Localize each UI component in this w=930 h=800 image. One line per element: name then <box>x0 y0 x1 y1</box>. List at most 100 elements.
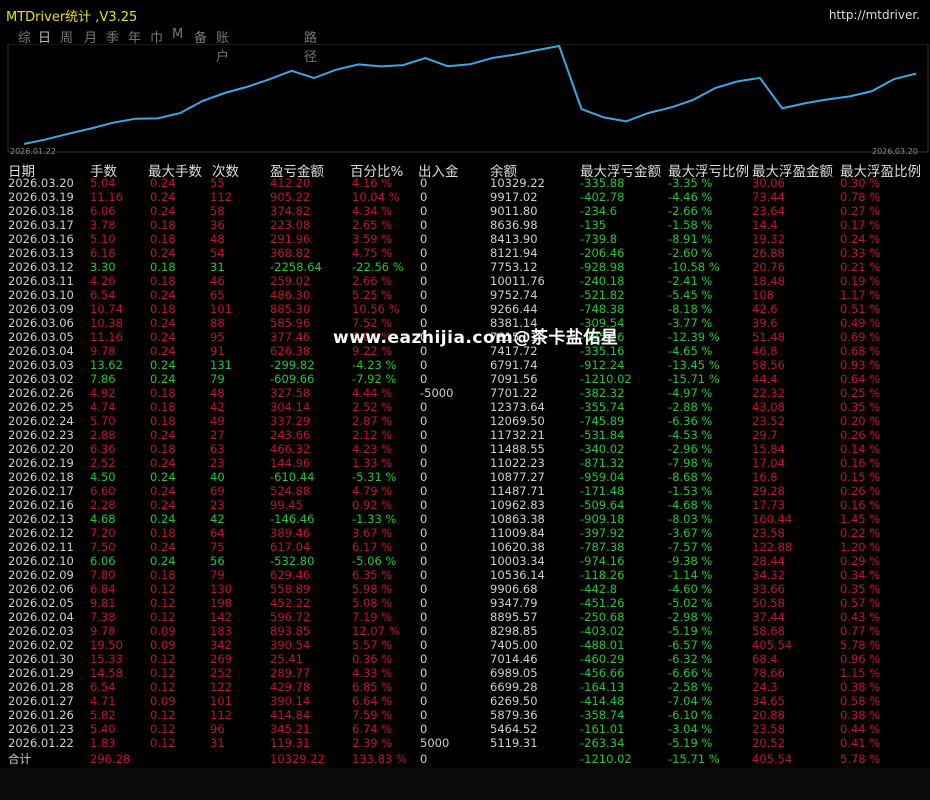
table-row[interactable]: 2026.02.10 6.06 0.24 56 -532.80 -5.06 % 0 10003… <box>0 554 930 568</box>
cell-d: 2026.03.20 <box>8 176 74 190</box>
cell-max: 0.12 <box>150 722 176 736</box>
cell-mfpp: 0.77 % <box>840 624 881 638</box>
cell-n: 36 <box>210 218 225 232</box>
cell-pct: 6.64 % <box>352 694 393 708</box>
cell-mfl: -912.24 <box>580 358 625 372</box>
cell-pct: 2.12 % <box>352 428 393 442</box>
cell-mfpp: 0.78 % <box>840 190 881 204</box>
table-row[interactable]: 2026.01.26 5.82 0.12 112 414.84 7.59 % 0 5879.3… <box>0 708 930 722</box>
table-row[interactable]: 2026.02.23 2.88 0.24 27 243.66 2.12 % 0 11732.2… <box>0 428 930 442</box>
cell-mfl: -335.88 <box>580 176 625 190</box>
table-row[interactable]: 2026.01.23 5.40 0.12 96 345.21 6.74 % 0 5464.52… <box>0 722 930 736</box>
cell-max: 0.18 <box>150 526 176 540</box>
table-row[interactable]: 2026.02.03 9.78 0.09 183 893.85 12.07 % 0 8298.… <box>0 624 930 638</box>
table-row[interactable]: 2026.03.10 6.54 0.24 65 486.30 5.25 % 0 9752.74… <box>0 288 930 302</box>
cell-mfp: 18.48 <box>752 274 785 288</box>
table-row[interactable]: 2026.03.20 5.04 0.24 55 412.20 4.16 % 0 10329.2… <box>0 176 930 190</box>
table-row[interactable]: 2026.02.06 6.84 0.12 130 558.89 5.98 % 0 9906.6… <box>0 582 930 596</box>
table-row[interactable]: 2026.03.18 6.06 0.24 58 374.82 4.34 % 0 9011.80… <box>0 204 930 218</box>
cell-max: 0.09 <box>150 624 176 638</box>
table-row[interactable]: 2026.01.29 14.58 0.12 252 289.77 4.33 % 0 6989.… <box>0 666 930 680</box>
cell-pct: -22.56 % <box>352 260 404 274</box>
cell-mflp: -7.98 % <box>668 456 713 470</box>
table-row[interactable]: 2026.02.24 5.70 0.18 49 337.29 2.87 % 0 12069.5… <box>0 414 930 428</box>
table-row[interactable]: 2026.02.17 6.60 0.24 69 524.88 4.79 % 0 11487.7… <box>0 484 930 498</box>
cell-bal: 12069.50 <box>490 414 545 428</box>
cell-mfp: 42.6 <box>752 302 778 316</box>
cell-bal: 9011.80 <box>490 204 538 218</box>
cell-max: 0.24 <box>150 176 176 190</box>
table-row[interactable]: 2026.03.03 13.62 0.24 131 -299.82 -4.23 % 0 679… <box>0 358 930 372</box>
table-row[interactable]: 2026.02.02 19.50 0.09 342 390.54 5.57 % 0 7405.… <box>0 638 930 652</box>
cell-lots: 4.50 <box>90 470 116 484</box>
tab-7[interactable]: M <box>172 27 183 42</box>
table-row[interactable]: 2026.02.16 2.28 0.24 23 99.45 0.92 % 0 10962.83… <box>0 498 930 512</box>
cell-d: 2026.02.11 <box>8 540 74 554</box>
cell-mfpp: 0.14 % <box>840 442 881 456</box>
table-row[interactable]: 2026.03.02 7.86 0.24 79 -609.66 -7.92 % 0 7091.… <box>0 372 930 386</box>
cell-pct: 3.67 % <box>352 526 393 540</box>
table-row[interactable]: 2026.02.20 6.36 0.18 63 466.32 4.23 % 0 11488.5… <box>0 442 930 456</box>
cell-n: 79 <box>210 568 225 582</box>
cell-io: 0 <box>420 512 428 526</box>
cell-io: 0 <box>420 218 428 232</box>
cell-mfl: -161.01 <box>580 722 625 736</box>
table-row[interactable]: 2026.02.04 7.38 0.12 142 596.72 7.19 % 0 8895.5… <box>0 610 930 624</box>
cell-lots: 6.54 <box>90 288 116 302</box>
cell-mflp: -6.66 % <box>668 666 713 680</box>
cell-lots: 7.20 <box>90 526 116 540</box>
table-row[interactable]: 2026.01.28 6.54 0.12 122 429.78 6.85 % 0 6699.2… <box>0 680 930 694</box>
cell-lots: 11.16 <box>90 330 123 344</box>
table-row[interactable]: 2026.03.09 10.74 0.18 101 885.30 10.56 % 0 9266… <box>0 302 930 316</box>
cell-pct: 5.08 % <box>352 596 393 610</box>
table-row[interactable]: 2026.03.16 5.10 0.18 48 291.96 3.59 % 0 8413.90… <box>0 232 930 246</box>
chart-frame <box>7 44 929 153</box>
total-pnl: 10329.22 <box>270 752 325 766</box>
cell-io: 0 <box>420 414 428 428</box>
table-row[interactable]: 2026.02.19 2.52 0.24 23 144.96 1.33 % 0 11022.2… <box>0 456 930 470</box>
cell-pct: 7.59 % <box>352 708 393 722</box>
table-row[interactable]: 2026.03.19 11.16 0.24 112 905.22 10.04 % 0 9917… <box>0 190 930 204</box>
table-row[interactable]: 2026.02.18 4.50 0.24 40 -610.44 -5.31 % 0 10877… <box>0 470 930 484</box>
cell-mfpp: 0.26 % <box>840 484 881 498</box>
cell-n: 54 <box>210 246 225 260</box>
table-row[interactable]: 2026.03.17 3.78 0.18 36 223.08 2.65 % 0 8636.98… <box>0 218 930 232</box>
table-row[interactable]: 2026.02.05 9.81 0.12 198 452.22 5.08 % 0 9347.7… <box>0 596 930 610</box>
cell-max: 0.12 <box>150 666 176 680</box>
cell-mfpp: 0.35 % <box>840 582 881 596</box>
cell-lots: 4.68 <box>90 512 116 526</box>
cell-lots: 10.74 <box>90 302 123 316</box>
cell-mfp: 30.06 <box>752 176 785 190</box>
cell-mflp: -5.19 % <box>668 624 713 638</box>
cell-max: 0.18 <box>150 414 176 428</box>
table-row[interactable]: 2026.01.30 15.33 0.12 269 25.41 0.36 % 0 7014.4… <box>0 652 930 666</box>
cell-d: 2026.02.04 <box>8 610 74 624</box>
table-row[interactable]: 2026.03.13 6.18 0.24 54 368.82 4.75 % 0 8121.94… <box>0 246 930 260</box>
cell-mflp: -9.38 % <box>668 554 713 568</box>
cell-mflp: -4.68 % <box>668 498 713 512</box>
cell-mflp: -8.91 % <box>668 232 713 246</box>
cell-mfp: 24.3 <box>752 680 778 694</box>
cell-lots: 7.38 <box>90 610 116 624</box>
horizontal-scrollbar[interactable] <box>0 768 930 800</box>
url-label[interactable]: http://mtdriver. <box>829 8 920 22</box>
table-row[interactable]: 2026.02.25 4.74 0.18 42 304.14 2.52 % 0 12373.6… <box>0 400 930 414</box>
total-lots: 296.28 <box>90 752 131 766</box>
table-row[interactable]: 2026.02.12 7.20 0.18 64 389.46 3.67 % 0 11009.8… <box>0 526 930 540</box>
cell-lots: 6.06 <box>90 554 116 568</box>
cell-lots: 6.18 <box>90 246 116 260</box>
table-row[interactable]: 2026.01.27 4.71 0.09 101 390.14 6.64 % 0 6269.5… <box>0 694 930 708</box>
table-row[interactable]: 2026.03.12 3.30 0.18 31 -2258.64 -22.56 % 0 775… <box>0 260 930 274</box>
table-row[interactable]: 2026.02.09 7.80 0.18 79 629.46 6.35 % 0 10536.1… <box>0 568 930 582</box>
table-row[interactable]: 2026.02.11 7.50 0.24 75 617.04 6.17 % 0 10620.3… <box>0 540 930 554</box>
cell-mfpp: 0.38 % <box>840 708 881 722</box>
table-row[interactable]: 2026.02.26 4.92 0.18 48 327.58 4.44 % -5000 770… <box>0 386 930 400</box>
cell-mfp: 14.4 <box>752 218 778 232</box>
cell-mfp: 17.04 <box>752 456 785 470</box>
table-row[interactable]: 2026.01.22 1.83 0.12 31 119.31 2.39 % 5000 5119… <box>0 736 930 750</box>
table-row[interactable]: 2026.02.13 4.68 0.24 42 -146.46 -1.33 % 0 10863… <box>0 512 930 526</box>
cell-mfl: -488.01 <box>580 638 625 652</box>
cell-mfp: 15.84 <box>752 442 785 456</box>
table-row[interactable]: 2026.03.11 4.26 0.18 46 259.02 2.66 % 0 10011.7… <box>0 274 930 288</box>
cell-pnl: 99.45 <box>270 498 303 512</box>
